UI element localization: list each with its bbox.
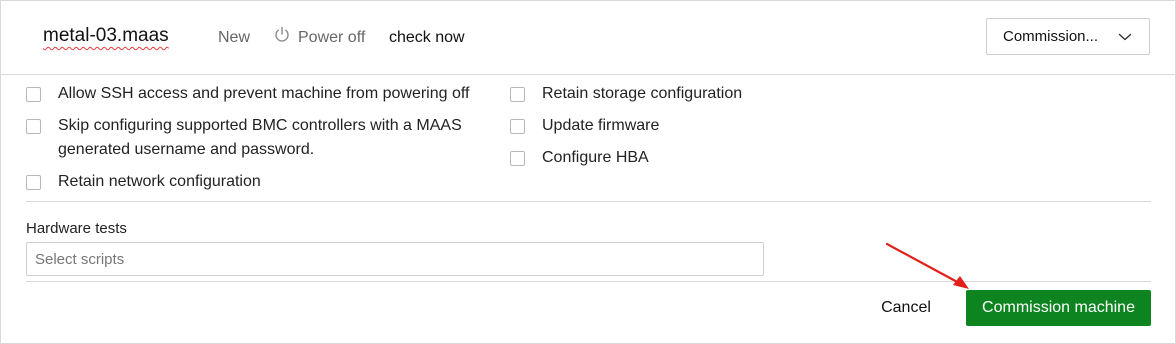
machine-header: metal-03.maas New Power off check now Co… xyxy=(1,1,1176,75)
option-allow-ssh[interactable]: Allow SSH access and prevent machine fro… xyxy=(26,82,496,106)
commission-form-panel: metal-03.maas New Power off check now Co… xyxy=(0,0,1176,344)
configure-hba-label: Configure HBA xyxy=(542,149,649,166)
take-action-select-value: Commission... xyxy=(1003,28,1099,45)
option-retain-storage[interactable]: Retain storage configuration xyxy=(510,82,910,106)
allow-ssh-checkbox[interactable] xyxy=(26,87,41,102)
option-update-firmware[interactable]: Update firmware xyxy=(510,114,910,138)
power-state: Power off xyxy=(298,29,366,46)
skip-bmc-config-checkbox[interactable] xyxy=(26,119,41,134)
configure-hba-checkbox[interactable] xyxy=(510,151,525,166)
check-now-link[interactable]: check now xyxy=(389,29,465,47)
commission-machine-button[interactable]: Commission machine xyxy=(966,290,1151,326)
skip-bmc-config-label-line2: generated username and password. xyxy=(58,141,315,158)
skip-bmc-config-label-line1: Skip configuring supported BMC controlle… xyxy=(58,117,462,134)
machine-name[interactable]: metal-03.maas xyxy=(43,25,169,47)
take-action-select[interactable]: Commission... xyxy=(986,18,1150,55)
option-retain-network[interactable]: Retain network configuration xyxy=(26,170,496,194)
retain-storage-checkbox[interactable] xyxy=(510,87,525,102)
hardware-tests-label: Hardware tests xyxy=(26,220,127,237)
cancel-button[interactable]: Cancel xyxy=(865,290,947,326)
update-firmware-checkbox[interactable] xyxy=(510,119,525,134)
select-scripts-input[interactable] xyxy=(26,242,764,276)
machine-status: New xyxy=(218,29,251,46)
option-configure-hba[interactable]: Configure HBA xyxy=(510,146,910,170)
power-icon xyxy=(275,26,289,42)
annotation-arrow-icon xyxy=(885,242,969,289)
retain-storage-label: Retain storage configuration xyxy=(542,85,743,102)
options-divider xyxy=(26,201,1151,202)
chevron-down-icon xyxy=(1118,33,1132,41)
option-skip-bmc-config[interactable]: Skip configuring supported BMC controlle… xyxy=(26,114,496,162)
retain-network-label: Retain network configuration xyxy=(58,173,261,190)
update-firmware-label: Update firmware xyxy=(542,117,660,134)
retain-network-checkbox[interactable] xyxy=(26,175,41,190)
allow-ssh-label: Allow SSH access and prevent machine fro… xyxy=(58,85,470,102)
footer-divider xyxy=(26,281,1151,282)
